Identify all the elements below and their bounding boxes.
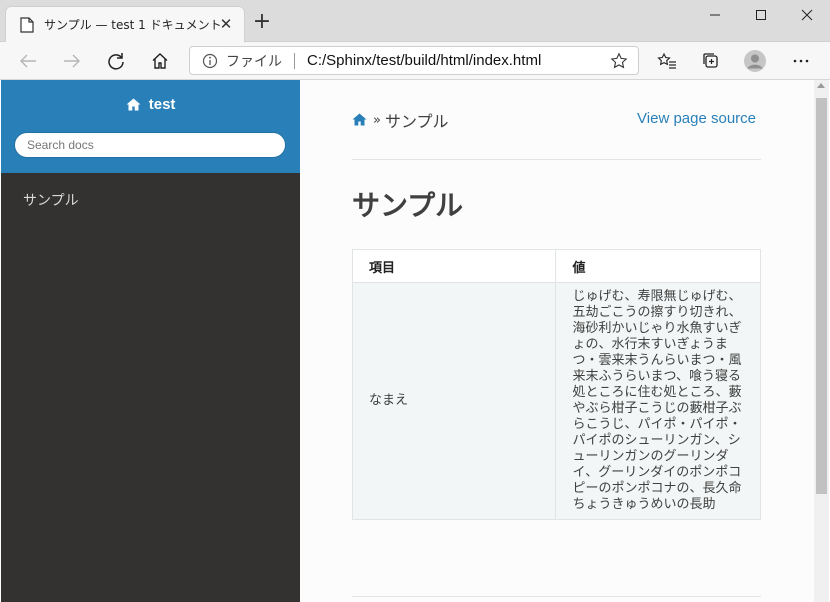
divider (352, 159, 761, 160)
sidebar: test サンプル (1, 80, 300, 602)
table-header-row: 項目 値 (351, 249, 761, 283)
sidebar-item-sample[interactable]: サンプル (23, 190, 79, 210)
refresh-icon[interactable] (102, 48, 130, 74)
maximize-icon[interactable] (738, 0, 784, 30)
breadcrumb-separator: » (373, 112, 381, 128)
back-arrow-icon[interactable] (14, 48, 42, 74)
table-row: なまえ じゅげむ、寿限無じゅげむ、五劫ごこうの擦すり切きれ、海砂利かいじゃり水魚… (351, 282, 761, 520)
view-source-link[interactable]: View page source (637, 110, 756, 127)
home-icon[interactable] (352, 111, 367, 130)
page-title: サンプル (352, 189, 464, 222)
address-divider (294, 52, 295, 69)
scroll-up-icon[interactable] (817, 83, 825, 88)
browser-tab[interactable]: サンプル — test 1 ドキュメント ✕ (5, 6, 245, 42)
forward-arrow-icon[interactable] (58, 48, 86, 74)
browser-titlebar: サンプル — test 1 ドキュメント ✕ + (0, 0, 830, 42)
home-icon[interactable] (146, 48, 174, 74)
table-cell: じゅげむ、寿限無じゅげむ、五劫ごこうの擦すり切きれ、海砂利かいじゃり水魚すいぎょ… (555, 282, 761, 520)
breadcrumb: » サンプル (352, 108, 449, 132)
close-icon[interactable]: ✕ (218, 16, 234, 32)
page-icon (20, 16, 34, 33)
minimize-icon[interactable] (692, 0, 738, 30)
favorites-icon[interactable] (653, 48, 681, 74)
table-cell: なまえ (351, 282, 557, 520)
column-header: 値 (555, 249, 761, 283)
star-icon[interactable] (610, 52, 628, 70)
address-bar[interactable]: ファイル C:/Sphinx/test/build/html/index.htm… (189, 46, 639, 75)
project-link[interactable]: test (1, 96, 300, 113)
scrollbar-thumb[interactable] (816, 98, 827, 494)
collections-icon[interactable] (697, 48, 725, 74)
page-viewport: test サンプル » サンプル View page source サンプル 項… (1, 80, 829, 602)
window-close-icon[interactable] (784, 0, 830, 30)
sidebar-header: test (1, 80, 300, 173)
data-table: 項目 値 なまえ じゅげむ、寿限無じゅげむ、五劫ごこうの擦すり切きれ、海砂利かい… (351, 249, 761, 520)
address-scheme-label: ファイル (226, 52, 282, 69)
address-url[interactable]: C:/Sphinx/test/build/html/index.html (307, 52, 541, 69)
column-header: 項目 (351, 249, 557, 283)
profile-icon[interactable] (741, 48, 769, 74)
tab-title: サンプル — test 1 ドキュメント (44, 18, 222, 32)
info-icon[interactable] (202, 53, 218, 69)
more-icon[interactable] (787, 48, 815, 74)
project-name: test (148, 96, 176, 113)
plus-icon[interactable]: + (252, 11, 272, 33)
browser-toolbar: ファイル C:/Sphinx/test/build/html/index.htm… (0, 42, 830, 80)
breadcrumb-current: サンプル (384, 112, 449, 131)
home-icon (126, 96, 149, 113)
divider (352, 596, 761, 597)
search-input[interactable] (14, 132, 286, 158)
main-content: » サンプル View page source サンプル 項目 値 なまえ じゅ… (300, 80, 814, 602)
vertical-scrollbar[interactable] (814, 80, 829, 602)
